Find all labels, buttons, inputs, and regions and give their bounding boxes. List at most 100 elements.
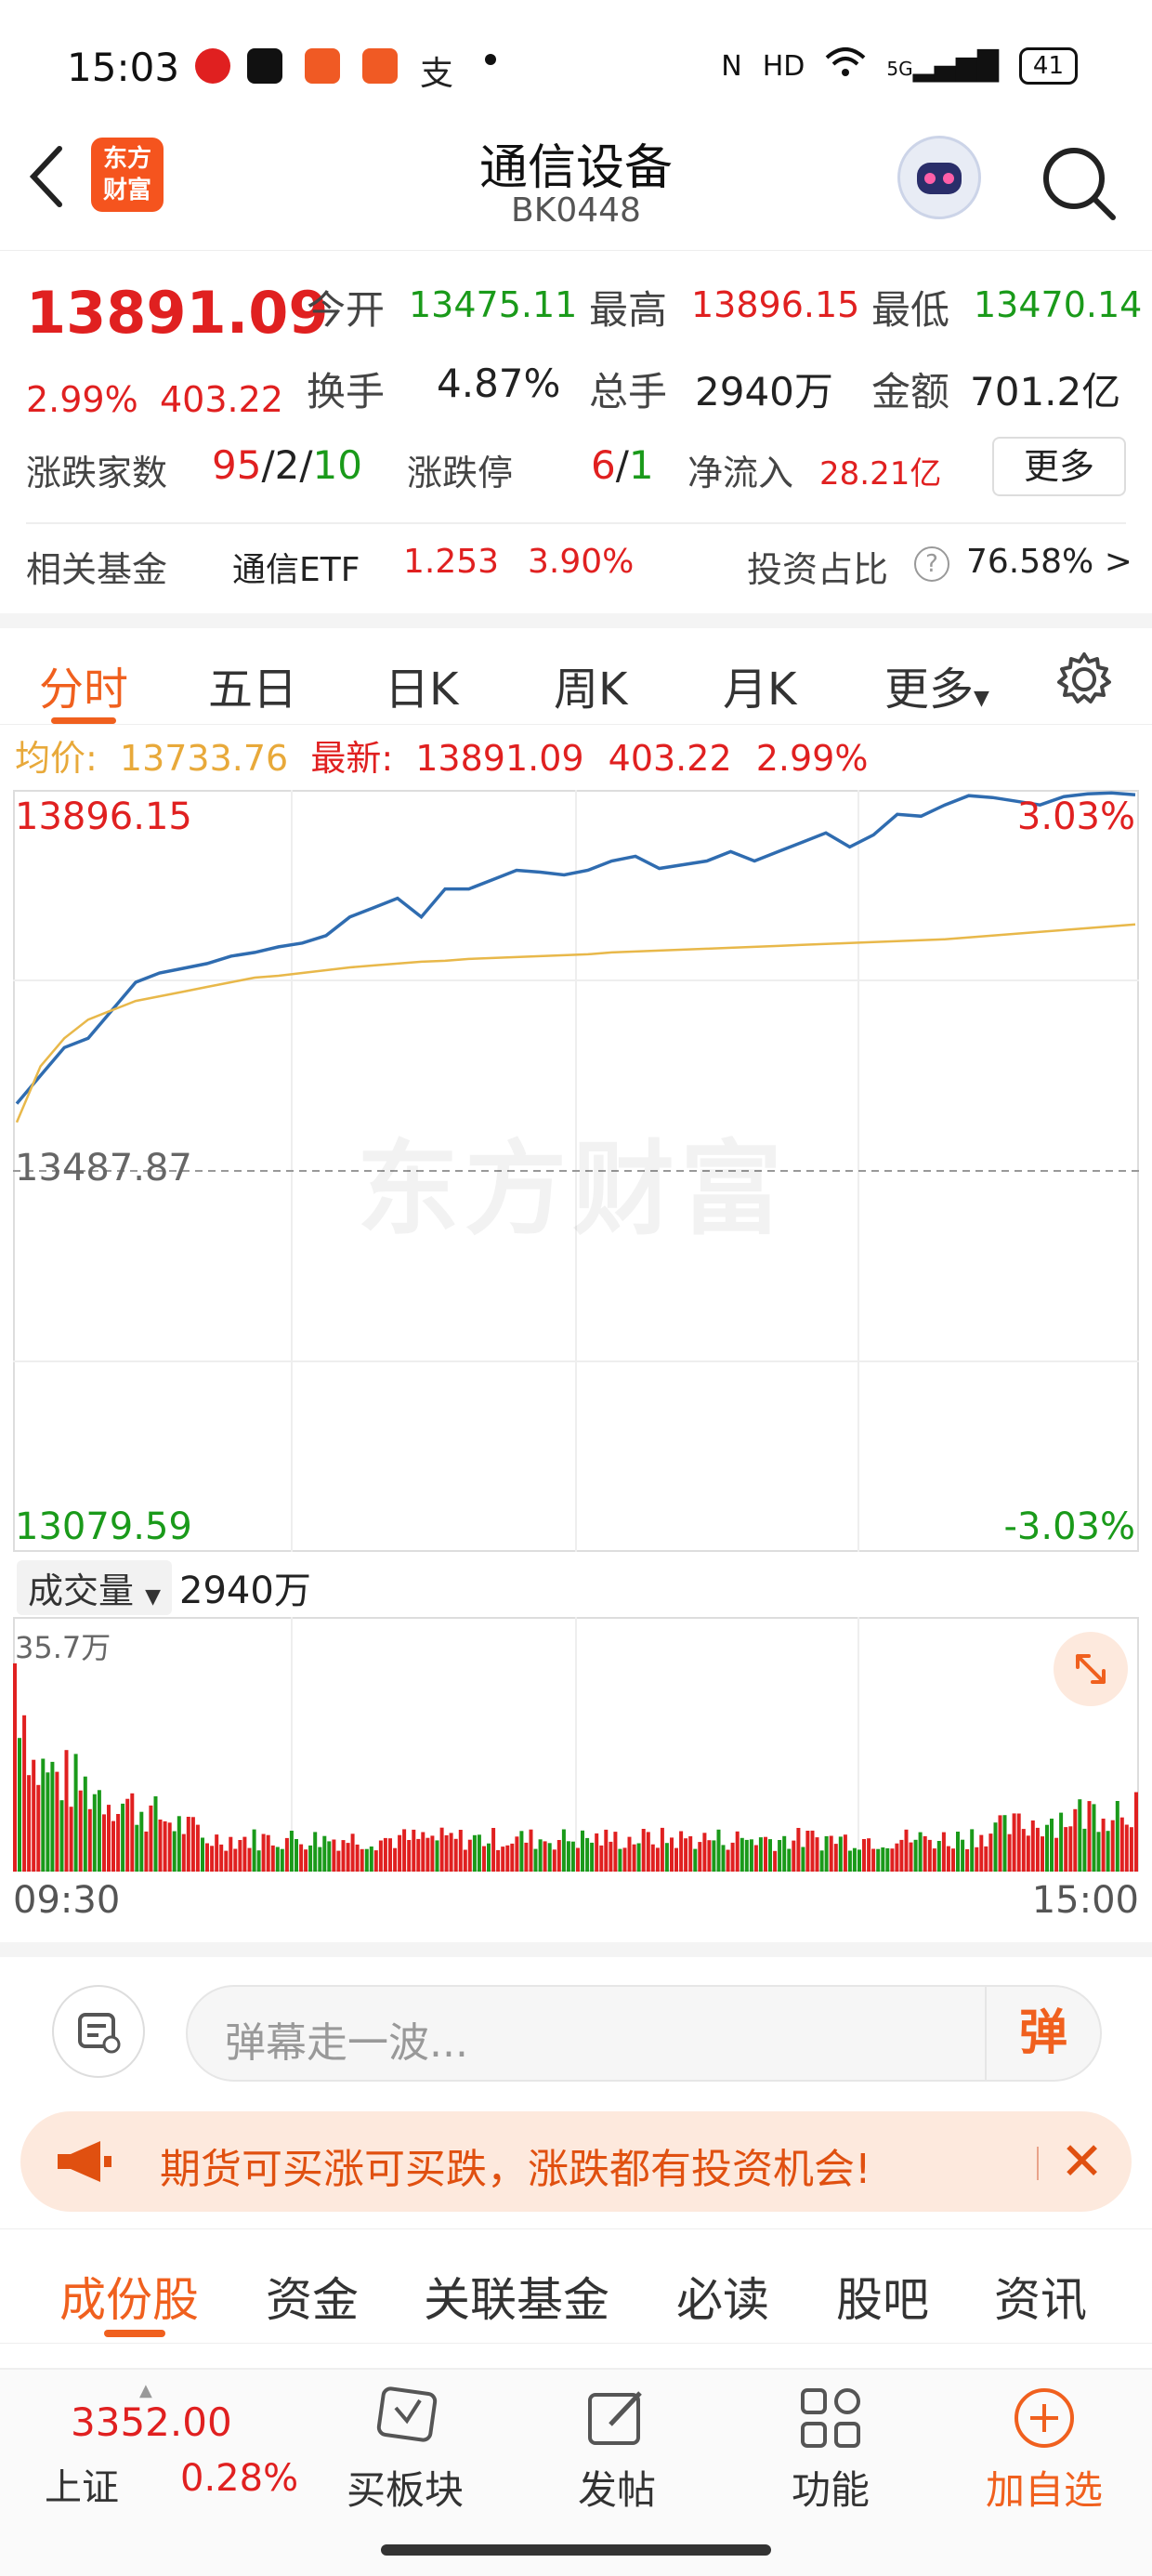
tab-related-funds[interactable]: 关联基金: [424, 2263, 609, 2330]
latest-change: 403.22: [608, 738, 732, 779]
function-button[interactable]: 功能: [756, 2381, 905, 2516]
tab-funds-flow[interactable]: 资金: [266, 2263, 359, 2330]
alipay-icon: 支: [420, 55, 454, 93]
change-value: 403.22: [160, 379, 283, 420]
volume-bar: [655, 1847, 660, 1872]
volume-selector[interactable]: 成交量 ▼: [17, 1559, 173, 1615]
latest-label: 最新:: [310, 738, 394, 779]
volume-bar: [135, 1824, 139, 1872]
volume-max-label: 35.7万: [15, 1630, 111, 1665]
volume-bar: [707, 1840, 712, 1872]
tab-news[interactable]: 资讯: [994, 2263, 1087, 2330]
volume-bar: [1078, 1799, 1082, 1872]
volume-bar: [289, 1831, 294, 1872]
volume-bar: [909, 1842, 913, 1872]
volume-bar: [1110, 1820, 1115, 1872]
inflow-label: 净流入: [687, 453, 794, 493]
chevron-down-icon: ▼: [974, 687, 989, 710]
volume-bar: [1007, 1833, 1012, 1872]
current-price: 13891.09: [26, 279, 329, 347]
volume-bar: [308, 1845, 313, 1872]
danmu-button[interactable]: 弹: [985, 1987, 1100, 2080]
search-icon[interactable]: [1037, 141, 1120, 229]
volume-bar: [252, 1829, 256, 1872]
tab-five-day[interactable]: 五日: [208, 652, 297, 717]
more-button[interactable]: 更多: [992, 437, 1126, 496]
robot-assistant-icon[interactable]: [897, 136, 981, 219]
volume-bar: [130, 1793, 135, 1872]
volume-bar: [768, 1839, 772, 1872]
y-top-label: 13896.15: [15, 795, 192, 838]
volume-value: 2940万: [695, 369, 833, 414]
pct-top-label: 3.03%: [1016, 795, 1135, 838]
volume-bar: [561, 1829, 566, 1872]
comment-settings-icon[interactable]: [52, 1985, 145, 2078]
volume-bar: [881, 1847, 885, 1872]
volume-chart[interactable]: 35.7万: [13, 1617, 1139, 1872]
volume-bar: [18, 1738, 21, 1872]
battery-icon: 41: [1018, 47, 1078, 85]
volume-bar: [693, 1848, 698, 1872]
function-label: 功能: [791, 2467, 870, 2513]
tab-must-read[interactable]: 必读: [676, 2263, 769, 2330]
buy-sector-button[interactable]: 买板块: [331, 2381, 479, 2516]
volume-bar: [472, 1834, 477, 1872]
limit-label: 涨跌停: [407, 453, 514, 493]
add-watchlist-label: 加自选: [985, 2467, 1103, 2513]
volume-bar: [87, 1808, 92, 1872]
invest-value[interactable]: 76.58% >: [966, 543, 1132, 581]
volume-bar: [167, 1822, 172, 1872]
volume-bar: [439, 1827, 444, 1872]
volume-bar: [144, 1831, 149, 1872]
post-button[interactable]: 发帖: [543, 2381, 691, 2516]
promo-banner[interactable]: 期货可买涨可买跌，涨跌都有投资机会! ✕: [20, 2111, 1132, 2212]
volume-bar: [97, 1790, 101, 1872]
volume-bar: [177, 1816, 181, 1872]
tab-weekly-k[interactable]: 周K: [554, 652, 627, 717]
low-label: 最低: [871, 287, 950, 333]
y-bottom-label: 13079.59: [15, 1505, 192, 1548]
danmu-input[interactable]: 弹幕走一波... 弹: [186, 1985, 1102, 2082]
volume-bar: [261, 1833, 266, 1872]
volume-bar: [941, 1832, 946, 1872]
volume-bar: [78, 1790, 83, 1872]
close-icon[interactable]: ✕: [1060, 2132, 1104, 2192]
volume-bar: [627, 1836, 632, 1872]
volume-bar: [1092, 1804, 1096, 1872]
wifi-icon: [825, 46, 866, 85]
breadth-up: 95: [212, 442, 262, 488]
tab-constituents[interactable]: 成份股: [59, 2263, 199, 2330]
fund-name[interactable]: 通信ETF: [232, 543, 360, 591]
volume-bar: [229, 1836, 233, 1872]
quote-panel: 13891.09 2.99% 403.22 今开 13475.11 最高 138…: [0, 251, 1152, 613]
tab-forum[interactable]: 股吧: [836, 2263, 929, 2330]
volume-bar: [402, 1829, 407, 1872]
volume-bar: [923, 1835, 927, 1872]
help-icon[interactable]: ?: [914, 546, 949, 582]
volume-bar: [867, 1838, 871, 1872]
tab-daily-k[interactable]: 日K: [385, 652, 458, 717]
tab-monthly-k[interactable]: 月K: [723, 652, 796, 717]
volume-bar: [547, 1843, 552, 1872]
tab-intraday[interactable]: 分时: [39, 652, 128, 717]
volume-bar: [1054, 1837, 1059, 1872]
volume-bar: [1035, 1827, 1040, 1872]
expand-icon[interactable]: [1054, 1632, 1128, 1706]
tab-more[interactable]: 更多▼: [884, 652, 989, 717]
invest-label: 投资占比: [747, 549, 889, 590]
intraday-chart[interactable]: 东方财富 13896.15 3.03% 13487.87 13079.59 -3…: [13, 790, 1139, 1552]
volume-bar: [824, 1835, 829, 1872]
chevron-down-icon: ▼: [145, 1584, 162, 1609]
latest-percent: 2.99%: [755, 738, 869, 779]
gear-icon[interactable]: [1055, 651, 1113, 712]
volume-bar: [27, 1775, 32, 1872]
nfc-icon: N: [721, 49, 742, 83]
volume-bar: [632, 1844, 636, 1872]
volume-bar: [280, 1848, 284, 1872]
volume-bar: [1106, 1831, 1110, 1872]
video-app-icon: [305, 48, 340, 84]
volume-bar: [1119, 1817, 1124, 1872]
volume-bar: [425, 1837, 430, 1872]
volume-bar: [876, 1848, 881, 1872]
add-watchlist-button[interactable]: 加自选: [970, 2381, 1119, 2516]
